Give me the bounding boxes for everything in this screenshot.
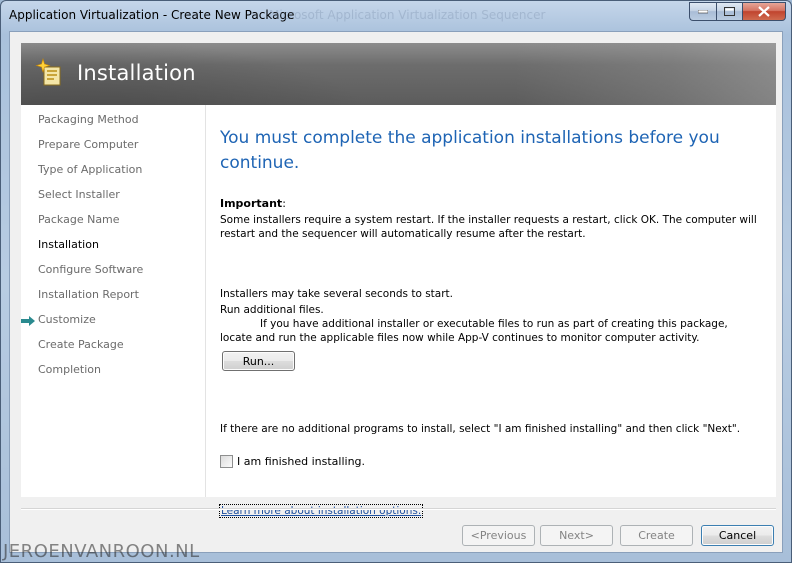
finished-installing-checkbox[interactable]: [220, 455, 233, 468]
wizard-header: Installation: [21, 43, 776, 105]
wizard-steps-nav: Packaging Method Prepare Computer Type o…: [21, 105, 206, 497]
nav-step-packaging-method: Packaging Method: [38, 113, 139, 126]
caption-buttons: [689, 2, 786, 21]
run-button[interactable]: Run...: [222, 351, 295, 371]
maximize-button[interactable]: [716, 2, 742, 21]
finish-hint: If there are no additional programs to i…: [220, 423, 741, 435]
installer-sparkle-icon: [35, 58, 61, 86]
important-title: Important: [220, 197, 283, 210]
nav-step-create-package: Create Package: [38, 338, 124, 351]
nav-step-completion: Completion: [38, 363, 102, 376]
cancel-button[interactable]: Cancel: [701, 525, 774, 546]
app-window: Application Virtualization - Create New …: [0, 0, 792, 563]
nav-step-customize: Customize: [38, 313, 96, 326]
header-highlight: [516, 43, 776, 105]
finished-installing-row[interactable]: I am finished installing.: [220, 455, 365, 468]
wizard-client-area: Installation Packaging Method Prepare Co…: [9, 31, 783, 553]
page-title: Installation: [77, 61, 196, 85]
run-additional-label: Run additional files.: [220, 304, 324, 316]
next-button[interactable]: Next>: [540, 525, 613, 546]
wizard-main-panel: You must complete the application instal…: [206, 105, 776, 518]
nav-step-configure-software: Configure Software: [38, 263, 144, 276]
restart-notice: Some installers require a system restart…: [220, 214, 757, 240]
window-title: Application Virtualization - Create New …: [9, 8, 295, 22]
nav-step-prepare-computer: Prepare Computer: [38, 138, 139, 151]
installers-delay-note: Installers may take several seconds to s…: [220, 288, 453, 300]
nav-step-package-name: Package Name: [38, 213, 120, 226]
finished-installing-label[interactable]: I am finished installing.: [237, 455, 365, 468]
important-colon: :: [282, 197, 286, 210]
minimize-button[interactable]: [689, 2, 716, 21]
minimize-icon: [698, 9, 708, 13]
current-step-arrow-icon: [21, 316, 35, 326]
nav-step-installation-report: Installation Report: [38, 288, 139, 301]
maximize-icon: [724, 7, 735, 16]
instruction-heading: You must complete the application instal…: [220, 128, 720, 173]
nav-step-select-installer: Select Installer: [38, 188, 120, 201]
important-label: Important:: [220, 197, 286, 210]
close-icon: [758, 6, 770, 17]
run-additional-description: If you have additional installer or exec…: [220, 318, 728, 344]
close-button[interactable]: [742, 2, 786, 21]
footer-divider-highlight: [21, 509, 776, 510]
background-window-title: Microsoft Application Virtualization Seq…: [269, 8, 546, 22]
create-button[interactable]: Create: [620, 525, 693, 546]
learn-more-link[interactable]: Learn more about installation options.: [218, 504, 424, 518]
nav-step-installation: Installation: [38, 238, 99, 251]
previous-button[interactable]: <Previous: [462, 525, 535, 546]
title-bar[interactable]: Application Virtualization - Create New …: [1, 1, 791, 31]
nav-step-type-of-application: Type of Application: [38, 163, 143, 176]
watermark: JEROENVANROON.NL: [3, 541, 200, 562]
